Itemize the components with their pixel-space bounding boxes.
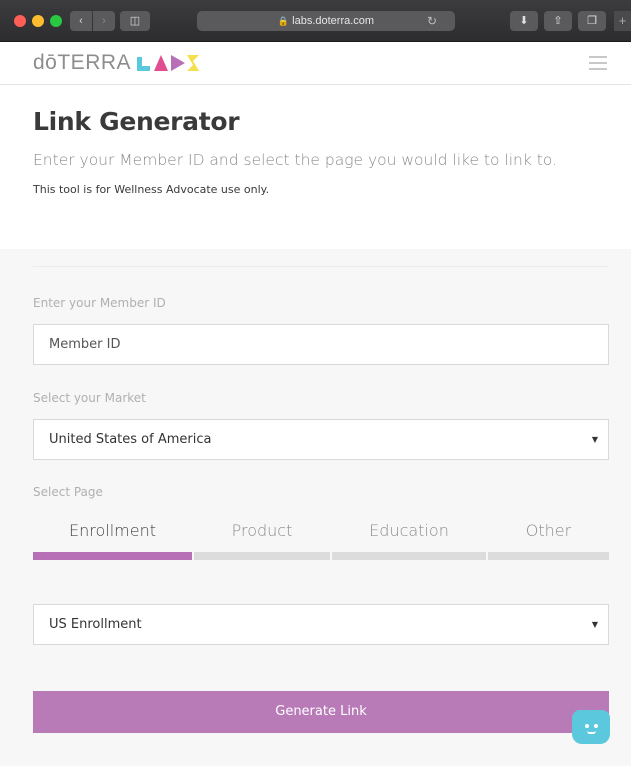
tab-indicator-education[interactable] (332, 552, 486, 560)
tab-other[interactable]: Other (488, 521, 609, 540)
tab-overview-button[interactable]: ❐ (578, 11, 606, 31)
logo-text: dōTERRA (33, 51, 132, 74)
market-value: United States of America (49, 432, 212, 447)
lock-icon: 🔒 (277, 16, 290, 26)
tab-education[interactable]: Education (332, 521, 486, 540)
page-select[interactable]: US Enrollment ▼ (33, 604, 609, 645)
zoom-window-button[interactable] (50, 15, 62, 27)
market-select[interactable]: United States of America ▼ (33, 419, 609, 460)
labs-logo-mark (137, 55, 200, 71)
link-generator-form: Enter your Member ID Member ID Select yo… (0, 249, 631, 766)
close-window-button[interactable] (14, 15, 26, 27)
tab-enrollment[interactable]: Enrollment (33, 521, 192, 540)
tab-indicator-product[interactable] (194, 552, 330, 560)
member-id-label: Enter your Member ID (33, 296, 166, 310)
downloads-button[interactable]: ⬇ (510, 11, 538, 31)
sidebar-toggle-button[interactable]: ◫ (120, 11, 150, 31)
page-title: Link Generator (33, 107, 240, 136)
hero-section: Link Generator Enter your Member ID and … (0, 85, 631, 249)
doterra-labs-logo[interactable]: dōTERRA (33, 51, 200, 75)
url-text: labs.doterra.com (292, 15, 375, 27)
disclaimer-text: This tool is for Wellness Advocate use o… (33, 183, 270, 196)
tab-indicator-other[interactable] (488, 552, 609, 560)
caret-down-icon: ▼ (591, 620, 598, 629)
caret-down-icon: ▼ (591, 435, 598, 444)
divider (33, 266, 608, 267)
generate-link-button[interactable]: Generate Link (33, 691, 609, 733)
tab-product[interactable]: Product (194, 521, 330, 540)
share-button[interactable]: ⇧ (544, 11, 572, 31)
page-tabs: Enrollment Product Education Other (33, 521, 609, 561)
site-header: dōTERRA (0, 42, 631, 85)
new-tab-button[interactable]: + (614, 11, 631, 31)
page-value: US Enrollment (49, 617, 142, 632)
tab-indicator-enrollment[interactable] (33, 552, 192, 560)
page-label: Select Page (33, 485, 103, 499)
forward-button[interactable]: › (93, 11, 115, 31)
menu-icon[interactable] (589, 56, 607, 70)
minimize-window-button[interactable] (32, 15, 44, 27)
member-id-input[interactable]: Member ID (33, 324, 609, 365)
address-bar[interactable]: 🔒 labs.doterra.com ↻ (197, 11, 455, 31)
page-subtitle: Enter your Member ID and select the page… (33, 151, 557, 169)
market-label: Select your Market (33, 391, 146, 405)
reload-icon[interactable]: ↻ (427, 11, 437, 31)
chat-bot-icon[interactable] (572, 710, 610, 744)
browser-toolbar: ‹ › ◫ 🔒 labs.doterra.com ↻ ⬇ ⇧ ❐ + (0, 0, 631, 42)
back-button[interactable]: ‹ (70, 11, 92, 31)
